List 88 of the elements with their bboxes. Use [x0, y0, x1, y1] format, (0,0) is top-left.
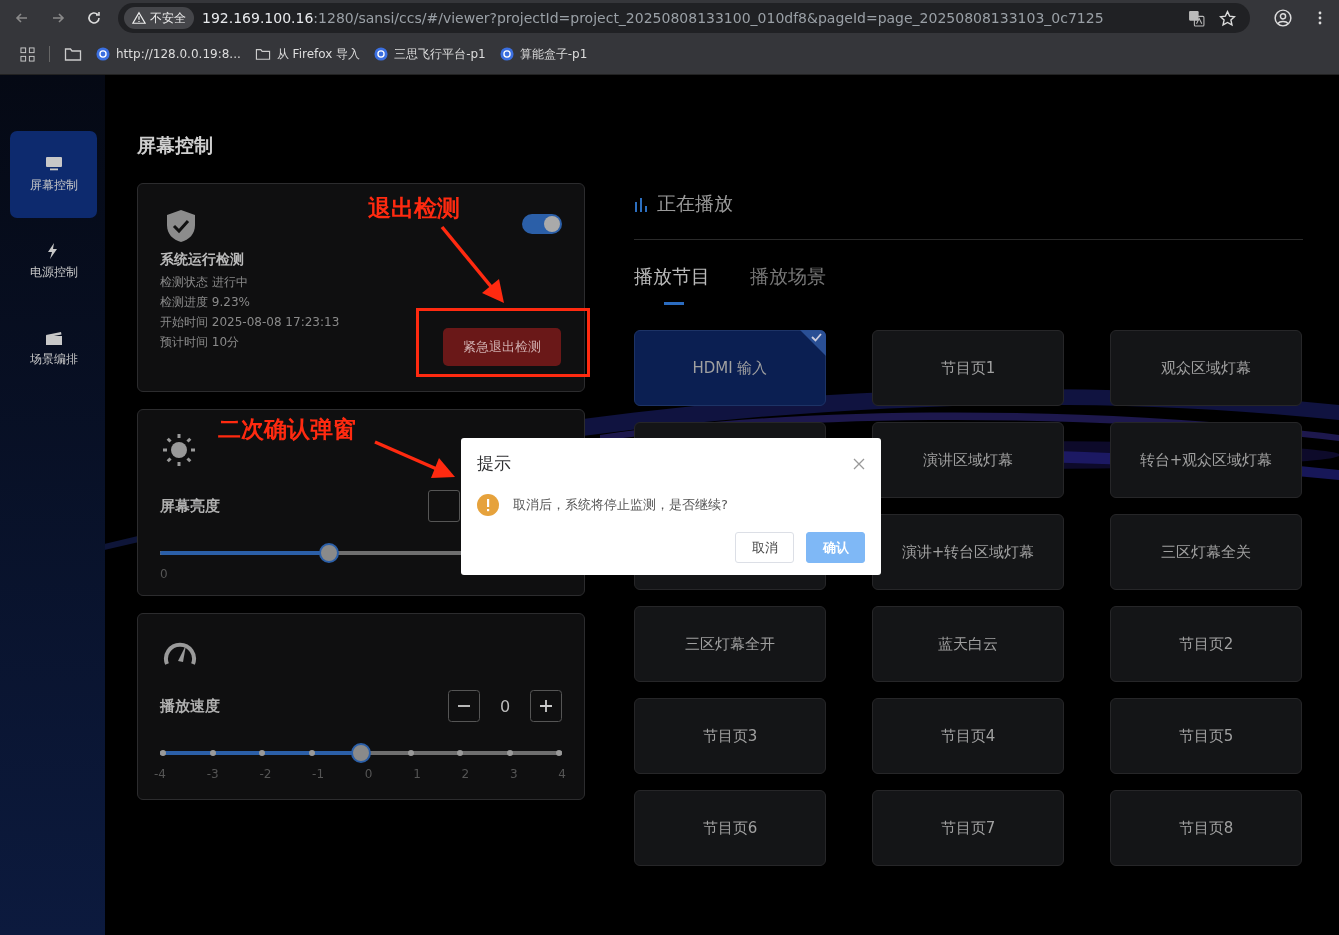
warning-icon [477, 494, 499, 516]
apps-icon[interactable] [20, 46, 35, 62]
status-text: 预计时间 10分 [160, 334, 241, 351]
star-icon[interactable] [1219, 9, 1236, 27]
slider-tick-dot [407, 750, 414, 756]
slider-tick-dot [308, 750, 315, 756]
program-tile[interactable]: 节目页2 [1110, 606, 1302, 682]
scale-label: 4 [558, 767, 566, 781]
plus-icon[interactable] [530, 690, 562, 722]
cancel-button[interactable]: 取消 [735, 532, 794, 563]
clapperboard-icon [44, 329, 63, 346]
annotation-text: 二次确认弹窗 [218, 415, 356, 444]
program-tile[interactable]: 转台+观众区域灯幕 [1110, 422, 1302, 498]
program-tile[interactable]: 蓝天白云 [872, 606, 1064, 682]
bookmark[interactable]: 三思飞行平台-p1 [374, 45, 486, 63]
card-label: 播放速度 [160, 696, 220, 716]
scale-label: 0 [364, 767, 373, 781]
sidebar-item[interactable]: 屏幕控制 [10, 131, 97, 218]
security-badge[interactable]: 不安全 [124, 7, 194, 29]
scale-label: -3 [206, 767, 219, 781]
program-tile[interactable]: 节目页6 [634, 790, 826, 866]
status-text: 检测状态 进行中 [160, 274, 249, 291]
bookmark[interactable]: 从 Firefox 导入 [254, 45, 361, 63]
page-title: 屏幕控制 [137, 133, 214, 158]
section-title: 正在播放 [657, 191, 733, 216]
program-tile[interactable]: 节目页5 [1110, 698, 1302, 774]
status-text: 开始时间 2025-08-08 17:23:13 [160, 314, 340, 331]
tab[interactable]: 播放场景 [750, 264, 826, 308]
emergency-exit-button[interactable]: 紧急退出检测 [443, 328, 561, 366]
slider-tick-dot [556, 750, 562, 756]
reload-icon[interactable] [86, 10, 102, 26]
program-tile[interactable]: 演讲区域灯幕 [872, 422, 1064, 498]
program-tile[interactable]: 节目页1 [872, 330, 1064, 406]
card-label: 屏幕亮度 [160, 496, 220, 516]
profile-icon[interactable] [1274, 9, 1292, 27]
scale-label: -4 [154, 767, 166, 781]
slider-tick-dot [160, 750, 166, 756]
address-bar[interactable]: 不安全 192.169.100.16:1280/sansi/ccs/#/viewer?projectId=project_20250808133100_010df8&pageId=page_20250808133103_0c7125 [118, 3, 1250, 33]
sun-icon [162, 433, 196, 467]
scale-label: -2 [259, 767, 272, 781]
slider-tick-dot [209, 750, 216, 756]
status-text: 检测进度 9.23% [160, 294, 251, 311]
program-tile[interactable]: 节目页3 [634, 698, 826, 774]
check-corner-icon [800, 330, 826, 356]
scale-label: 1 [413, 767, 421, 781]
dialog-title: 提示 [477, 452, 511, 475]
bookmark[interactable]: http://128.0.0.19:8... [96, 47, 241, 61]
slider-tick-dot [457, 750, 463, 756]
program-tile[interactable]: 节目页4 [872, 698, 1064, 774]
minus-icon[interactable] [448, 690, 480, 722]
folder-icon[interactable] [64, 46, 82, 62]
program-tile[interactable]: HDMI 输入 [634, 330, 826, 406]
scale-label: 3 [509, 767, 518, 781]
bookmark[interactable]: 算能盒子-p1 [499, 45, 588, 63]
folder-icon [254, 47, 271, 61]
slider-thumb[interactable] [351, 743, 371, 763]
annotation-text: 退出检测 [368, 194, 460, 223]
dialog-message: 取消后，系统将停止监测，是否继续? [513, 496, 728, 514]
stepper-button[interactable] [428, 490, 460, 522]
security-label: 不安全 [150, 9, 186, 27]
slider-thumb[interactable] [318, 543, 339, 563]
program-tile[interactable]: 三区灯幕全关 [1110, 514, 1302, 590]
stepper-value: 0 [498, 696, 512, 716]
slider-tick-dot [506, 750, 513, 756]
translate-icon[interactable] [1188, 9, 1205, 27]
toggle-switch[interactable] [522, 214, 562, 234]
program-tile[interactable]: 演讲+转台区域灯幕 [872, 514, 1064, 590]
bar-chart-icon [634, 196, 648, 212]
warning-icon [132, 11, 146, 25]
card-title: 系统运行检测 [160, 251, 245, 269]
scale-label: 2 [461, 767, 470, 781]
url-text: 192.169.100.16:1280/sansi/ccs/#/viewer?projectId=project_20250808133100_010df8&pageId=page_20250808133103_0c7125 [202, 10, 1104, 26]
tab[interactable]: 播放节目 [634, 264, 710, 308]
program-tile[interactable]: 节目页7 [872, 790, 1064, 866]
shield-check-icon [166, 209, 196, 243]
program-tile[interactable]: 观众区域灯幕 [1110, 330, 1302, 406]
program-tile[interactable]: 三区灯幕全开 [634, 606, 826, 682]
globe-icon [499, 47, 514, 61]
globe-icon [374, 47, 389, 61]
monitor-icon [44, 155, 63, 172]
sidebar-item[interactable]: 电源控制 [10, 218, 97, 305]
program-tile[interactable]: 节目页8 [1110, 790, 1302, 866]
scale-label: -1 [312, 767, 325, 781]
sidebar-item[interactable]: 场景编排 [10, 305, 97, 392]
globe-icon [96, 47, 110, 61]
slider-tick-dot [259, 750, 265, 756]
close-icon[interactable] [853, 457, 865, 470]
scale-label: 0 [160, 567, 168, 581]
